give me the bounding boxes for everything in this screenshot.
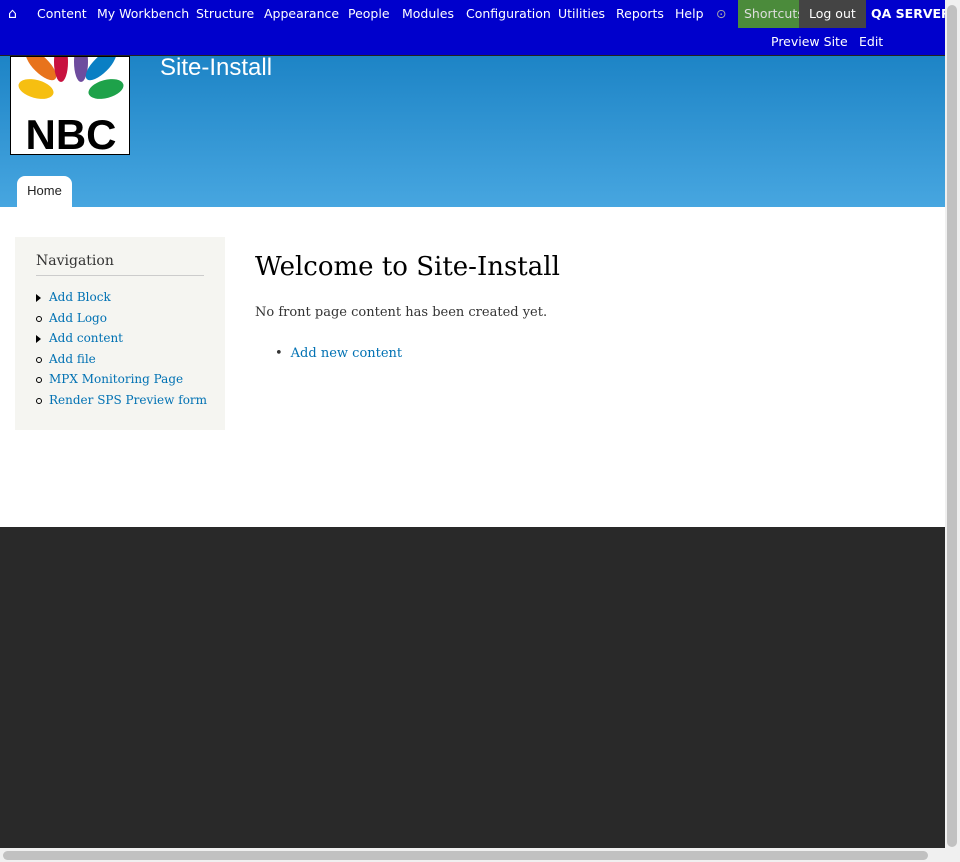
menu-content[interactable]: Content: [37, 0, 87, 28]
nav-add-content[interactable]: Add content: [36, 331, 204, 352]
footer: [0, 527, 945, 848]
menu-my-workbench[interactable]: My Workbench: [97, 0, 189, 28]
menu-appearance[interactable]: Appearance: [264, 0, 339, 28]
bullet-icon: [36, 377, 42, 384]
menu-structure[interactable]: Structure: [196, 0, 254, 28]
expand-arrow-icon: [36, 335, 41, 344]
horizontal-scroll-thumb[interactable]: [3, 851, 928, 860]
home-icon[interactable]: ⌂: [8, 0, 17, 28]
nav-add-file[interactable]: Add file: [36, 352, 204, 373]
nav-mpx-monitoring[interactable]: MPX Monitoring Page: [36, 372, 204, 393]
menu-modules[interactable]: Modules: [402, 0, 454, 28]
navigation-block: Navigation Add Block Add Logo Add conten…: [15, 237, 225, 430]
page-title: Welcome to Site-Install: [255, 252, 560, 282]
nav-render-sps[interactable]: Render SPS Preview form: [36, 393, 207, 414]
menu-reports[interactable]: Reports: [616, 0, 664, 28]
bullet-icon: [36, 315, 42, 322]
svg-text:NBC: NBC: [26, 111, 117, 155]
add-new-content-link[interactable]: Add new content: [275, 346, 402, 361]
logout-button[interactable]: Log out: [799, 0, 866, 28]
server-label: QA SERVER: [871, 6, 951, 21]
preview-site-link[interactable]: Preview Site: [771, 28, 848, 56]
nav-add-logo[interactable]: Add Logo: [36, 311, 204, 332]
empty-message: No front page content has been created y…: [255, 305, 548, 320]
site-name[interactable]: Site-Install: [160, 54, 272, 82]
admin-toolbar: ⌂ Content My Workbench Structure Appeara…: [0, 0, 951, 77]
nav-add-block[interactable]: Add Block: [36, 290, 204, 311]
bullet-icon: [36, 397, 42, 404]
navigation-title: Navigation: [36, 253, 204, 276]
tab-home[interactable]: Home: [17, 176, 72, 207]
nbc-logo[interactable]: NBC: [10, 56, 130, 155]
menu-people[interactable]: People: [348, 0, 390, 28]
menu-configuration[interactable]: Configuration: [466, 0, 551, 28]
menu-utilities[interactable]: Utilities: [558, 0, 605, 28]
edit-shortcuts-link[interactable]: Edit shortcuts: [859, 28, 945, 77]
bullet-icon: [36, 356, 42, 363]
shortcuts-toggle-icon[interactable]: ⊙: [716, 0, 726, 28]
menu-help[interactable]: Help: [675, 0, 704, 28]
site-header: NBC Site-Install Home: [0, 54, 945, 207]
expand-arrow-icon: [36, 294, 41, 302]
vertical-scroll-thumb[interactable]: [947, 5, 957, 847]
